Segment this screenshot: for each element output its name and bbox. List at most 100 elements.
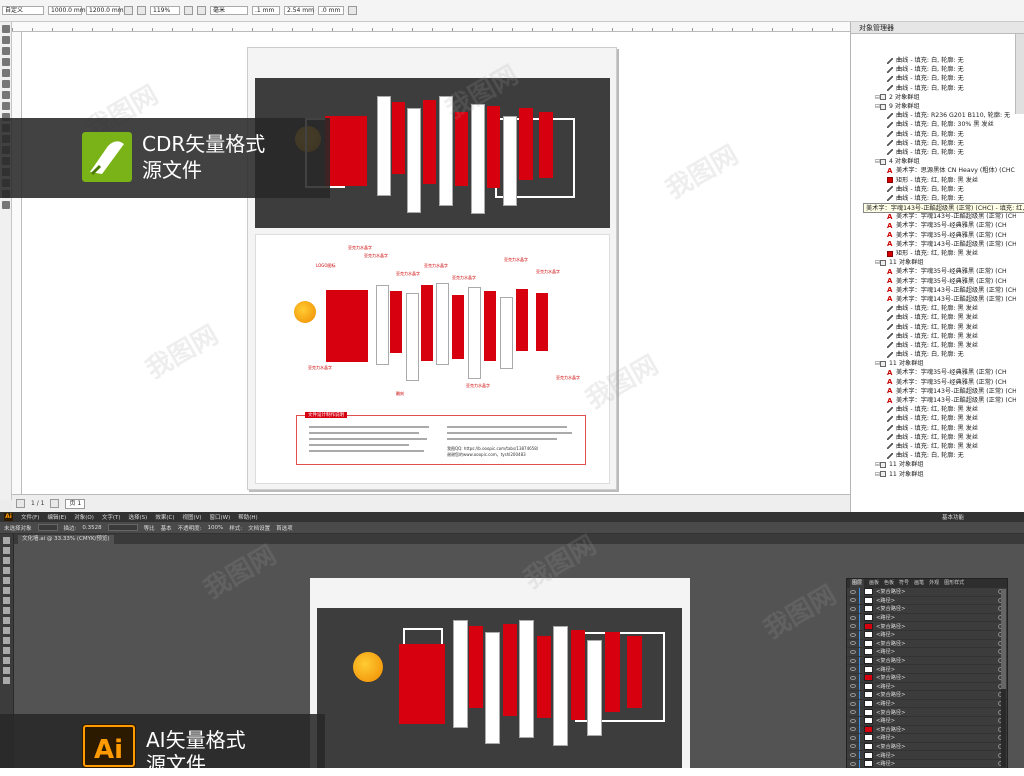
rotate-tool-icon[interactable] [3, 627, 10, 634]
visibility-eye-icon[interactable] [850, 753, 856, 758]
object-tree-row[interactable]: 美术字：字魂35号-经典雅黑 (正常) (CH [851, 368, 1016, 377]
layer-row[interactable]: <复合路径> [847, 708, 1007, 717]
line-tool-icon[interactable] [3, 587, 10, 594]
shape-builder-icon[interactable] [3, 657, 10, 664]
layer-row[interactable]: <路径> [847, 699, 1007, 709]
object-tree-row[interactable]: 曲线 - 填充: 红, 轮廓: 黑 发丝 [851, 424, 1016, 433]
visibility-eye-icon[interactable] [850, 684, 856, 689]
visibility-eye-icon[interactable] [850, 589, 856, 594]
object-tree-row[interactable]: 曲线 - 填充: 白, 轮廓: 无 [851, 350, 1016, 359]
layer-row[interactable]: <复合路径> [847, 690, 1007, 700]
object-tree-row[interactable]: ⊟ 11 对象群组 [851, 359, 1016, 368]
tab-layers[interactable]: 图层 [850, 579, 865, 588]
object-tree-row[interactable]: 曲线 - 填充: 白, 轮廓: 无 [851, 148, 1016, 157]
object-tree-row[interactable]: 曲线 - 填充: 白, 轮廓: 无 [851, 56, 1016, 65]
nudge-field[interactable]: .1 mm [252, 6, 280, 15]
visibility-eye-icon[interactable] [850, 761, 856, 766]
object-tree-row[interactable]: 曲线 - 填充: 白, 轮廓: 无 [851, 65, 1016, 74]
width-tool-icon[interactable] [3, 647, 10, 654]
layer-row[interactable]: <复合路径> [847, 673, 1007, 683]
object-tree-row[interactable]: 曲线 - 填充: 红, 轮廓: 黑 发丝 [851, 313, 1016, 322]
direct-selection-tool-icon[interactable] [3, 547, 10, 554]
layer-list[interactable]: <复合路径> <路径> <复合路径> <路径> <复合路径> <路径> <复合路径> <路径>… [847, 587, 1007, 769]
paintbrush-tool-icon[interactable] [3, 607, 10, 614]
object-tree-row[interactable]: 美术字：字魂143号-正酷超级黑 (正常) (CH [851, 286, 1016, 295]
crop-tool-icon[interactable] [2, 47, 10, 55]
rectangle-tool-icon[interactable] [3, 597, 10, 604]
visibility-eye-icon[interactable] [850, 667, 856, 672]
object-tree-row[interactable]: 曲线 - 填充: 白, 轮廓: 无 [851, 84, 1016, 93]
profile-label[interactable]: 等比 [144, 524, 155, 532]
layer-row[interactable]: <路径> [847, 596, 1007, 606]
object-tree-row[interactable]: 曲线 - 填充: 红, 轮廓: 黑 发丝 [851, 433, 1016, 442]
visibility-eye-icon[interactable] [850, 624, 856, 629]
object-tree-row[interactable]: 曲线 - 填充: 白, 轮廓: 无 [851, 194, 1016, 203]
preferences-button[interactable]: 首选项 [276, 524, 293, 532]
layer-row[interactable]: <路径> [847, 682, 1007, 692]
object-tree-row[interactable]: 美术字：字魂143号-正酷超级黑 (正常) (CHC) - 填充: 红, 轮 [851, 212, 1016, 221]
object-tree-row[interactable]: 曲线 - 填充: 白, 轮廓: 无 [851, 130, 1016, 139]
object-tree-row[interactable]: 美术字：字魂35号-经典雅黑 (正常) (CH [851, 221, 1016, 230]
visibility-eye-icon[interactable] [850, 744, 856, 749]
shape-tool-icon[interactable] [2, 36, 10, 44]
object-tree-row[interactable]: 美术字：字魂35号-经典雅黑 (正常) (CH [851, 378, 1016, 387]
type-tool-icon[interactable] [3, 577, 10, 584]
object-tree-row[interactable]: 曲线 - 填充: 红, 轮廓: 黑 发丝 [851, 332, 1016, 341]
height-field[interactable]: 1200.0 mm [86, 6, 124, 15]
layer-row[interactable]: <复合路径> [847, 742, 1007, 752]
width-field[interactable]: 1000.0 mm [48, 6, 86, 15]
workspace-switcher[interactable]: 基本功能 [942, 513, 964, 521]
object-tree-row[interactable]: 美术字：字魂35号-经典雅黑 (正常) (CH [851, 277, 1016, 286]
drawing-canvas[interactable]: LOGO图标 亚克力水晶字 亚克力水晶字 亚克力水晶字 亚克力水晶字 亚克力水晶… [22, 32, 850, 494]
object-tree-row[interactable]: ⊟ 9 对象群组 [851, 102, 1016, 111]
layer-row[interactable]: <路径> [847, 647, 1007, 657]
pan-button[interactable] [197, 6, 206, 15]
object-tree-row[interactable]: ⊟ 2 对象群组 [851, 93, 1016, 102]
rectangle-tool-icon[interactable] [2, 91, 10, 99]
object-tree-row[interactable]: 美术字：字魂143号-正酷超级黑 (正常) (CH [851, 240, 1016, 249]
zoom-field[interactable]: 119% [150, 6, 180, 15]
object-tree-row[interactable]: 美术字：字魂35号-经典雅黑 (正常) (CH [851, 267, 1016, 276]
layer-row[interactable]: <路径> [847, 630, 1007, 640]
magic-wand-icon[interactable] [3, 557, 10, 564]
visibility-eye-icon[interactable] [850, 710, 856, 715]
visibility-eye-icon[interactable] [850, 718, 856, 723]
brush-label[interactable]: 基本 [161, 524, 172, 532]
style-select[interactable]: 自定义 [2, 6, 44, 15]
layer-row[interactable]: <路径> [847, 759, 1007, 769]
visibility-eye-icon[interactable] [850, 649, 856, 654]
object-tree-row[interactable]: 美术字：思源黑体 CN Heavy (粗体) (CHC [851, 166, 1016, 175]
layer-row[interactable]: <复合路径> [847, 725, 1007, 735]
layer-row[interactable]: <复合路径> [847, 656, 1007, 666]
opacity-value[interactable]: 100% [208, 525, 224, 531]
scale-tool-icon[interactable] [3, 637, 10, 644]
drawing-page[interactable]: LOGO图标 亚克力水晶字 亚克力水晶字 亚克力水晶字 亚克力水晶字 亚克力水晶… [247, 47, 617, 490]
layer-row[interactable]: <路径> [847, 733, 1007, 743]
portrait-button[interactable] [124, 6, 133, 15]
selection-tool-icon[interactable] [3, 537, 10, 544]
object-tree-row[interactable]: 曲线 - 填充: 红, 轮廓: 黑 发丝 [851, 442, 1016, 451]
ellipse-tool-icon[interactable] [2, 102, 10, 110]
menu-select[interactable]: 选择(S) [129, 513, 148, 521]
object-tree-row[interactable]: 美术字：字魂143号-正酷超级黑 (正常) (CH [851, 387, 1016, 396]
object-tree-row[interactable]: 曲线 - 填充: 白, 轮廓: 无 [851, 185, 1016, 194]
units-select[interactable]: 毫米 [210, 6, 248, 15]
object-tree-row[interactable]: 美术字：字魂143号-正酷超级黑 (正常) (CH [851, 396, 1016, 405]
visibility-eye-icon[interactable] [850, 606, 856, 611]
menu-help[interactable]: 帮助(H) [238, 513, 257, 521]
pick-tool-icon[interactable] [2, 25, 10, 33]
zoom-tool-icon[interactable] [2, 58, 10, 66]
zoom-button[interactable] [184, 6, 193, 15]
object-tree-row[interactable]: 矩形 - 填充: 红, 轮廓: 黑 发丝 [851, 175, 1016, 184]
fill-tool-icon[interactable] [2, 201, 10, 209]
object-tree-row[interactable]: 曲线 - 填充: 红, 轮廓: 黑 发丝 [851, 414, 1016, 423]
object-tree-row[interactable]: 美术字：字魂35号-经典雅黑 (正常) (CH [851, 231, 1016, 240]
object-tree-row[interactable]: 曲线 - 填充: 白, 轮廓: 30% 黑 发丝 [851, 120, 1016, 129]
tab-artboards[interactable]: 画板 [869, 579, 879, 588]
object-tree-row[interactable]: 曲线 - 填充: 红, 轮廓: 黑 发丝 [851, 341, 1016, 350]
object-tree-row[interactable]: 曲线 - 填充: 白, 轮廓: 无 [851, 451, 1016, 460]
object-tree-row[interactable]: ⊟ 4 对象群组 [851, 157, 1016, 166]
layers-scrollbar[interactable] [1001, 589, 1006, 767]
docker-side-tabs[interactable] [1015, 34, 1024, 114]
object-tree-row[interactable]: 美术字：字魂143号-正酷超级黑 (正常) (CH [851, 295, 1016, 304]
